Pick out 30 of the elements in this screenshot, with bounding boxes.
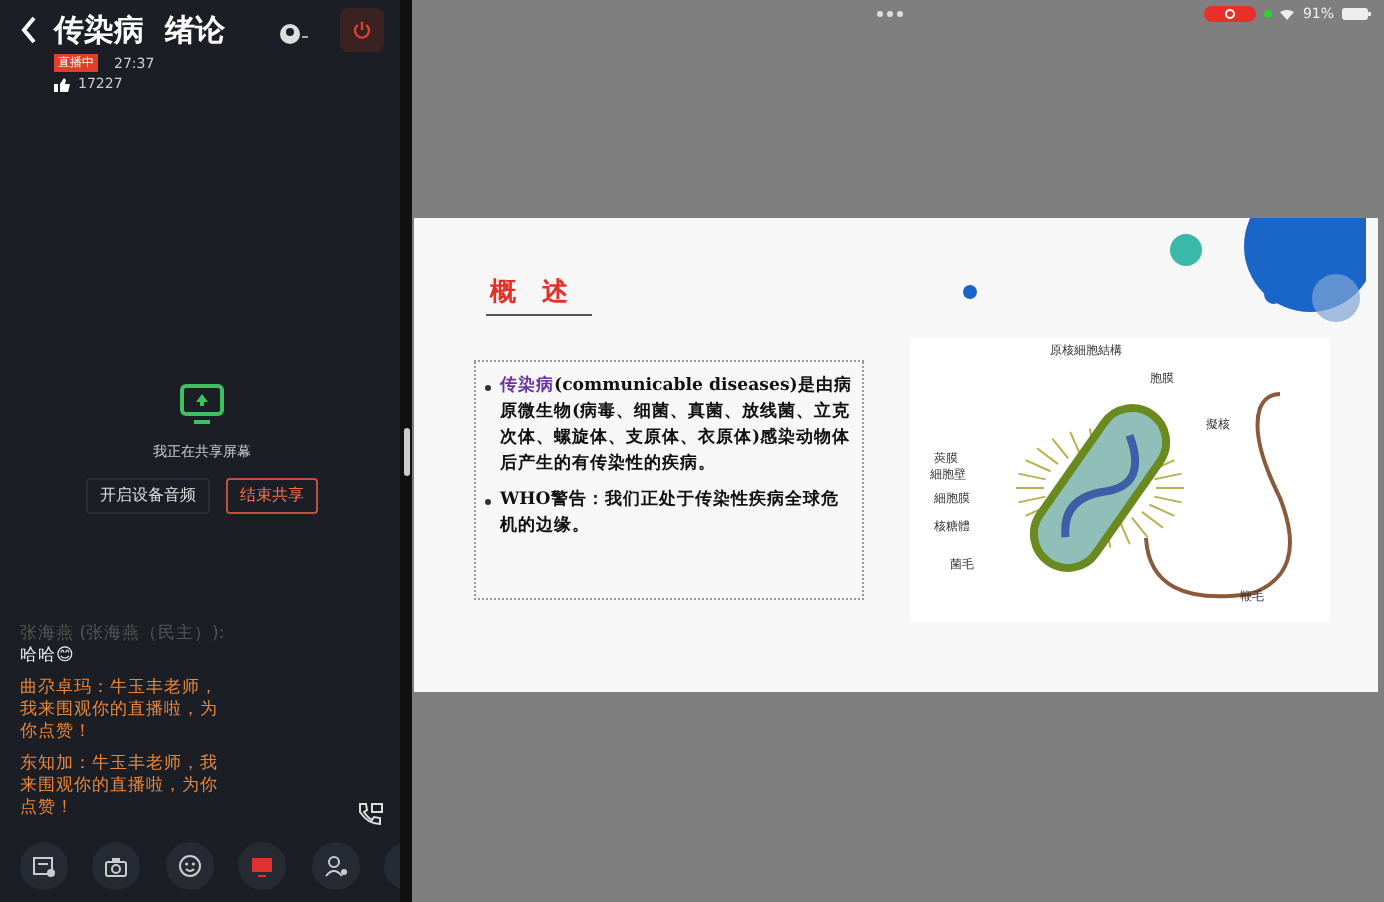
back-icon[interactable] (20, 16, 38, 44)
settings-card-icon[interactable] (20, 842, 68, 890)
people-icon[interactable] (311, 842, 360, 890)
status-dot-icon (1264, 10, 1273, 18)
live-title: 传染病 绪论 (54, 10, 227, 52)
user-icon[interactable] (280, 24, 308, 44)
chat-message: 曲尕卓玛：牛玉丰老师，我来围观你的直播啦，为你点赞！ (20, 677, 220, 744)
camera-icon[interactable] (92, 842, 141, 890)
recording-indicator-icon (1204, 6, 1257, 22)
bullet-icon (484, 497, 492, 506)
bullet-text: WHO警告：我们正处于传染性疾病全球危机的边缘。 (500, 487, 841, 541)
device-audio-button[interactable]: 开启设备音频 (86, 478, 210, 514)
power-button[interactable] (340, 8, 384, 52)
wifi-icon (1280, 9, 1295, 19)
battery-icon (1342, 8, 1372, 20)
chat-message: 东知加：牛玉丰老师，我来围观你的直播啦，为你点赞！ (20, 753, 220, 820)
power-icon (352, 18, 372, 42)
emoji-icon[interactable] (165, 842, 214, 890)
chat-message: 哈哈😊 (20, 645, 76, 668)
screen-share-icon (180, 381, 224, 425)
thumbs-up-icon (54, 77, 70, 92)
slide-title: 概 述 (486, 274, 592, 315)
chat-message: 张海燕 (张海燕（民主）): (20, 623, 220, 646)
bullet-icon (484, 383, 492, 391)
dot-decoration-icon (962, 284, 978, 300)
more-icon[interactable] (876, 10, 904, 18)
bullet-text: 传染病(communicable diseases)是由病原微生物(病毒、细菌、真菌、放线菌、立克次体、螺旋体、支原体、衣原体)感染动物体后产生的有传染性的疾病。 (500, 373, 854, 479)
phone-icon[interactable] (356, 802, 384, 826)
end-sharing-button[interactable]: 结束共享 (226, 478, 318, 514)
screen-share-icon[interactable] (238, 842, 287, 890)
